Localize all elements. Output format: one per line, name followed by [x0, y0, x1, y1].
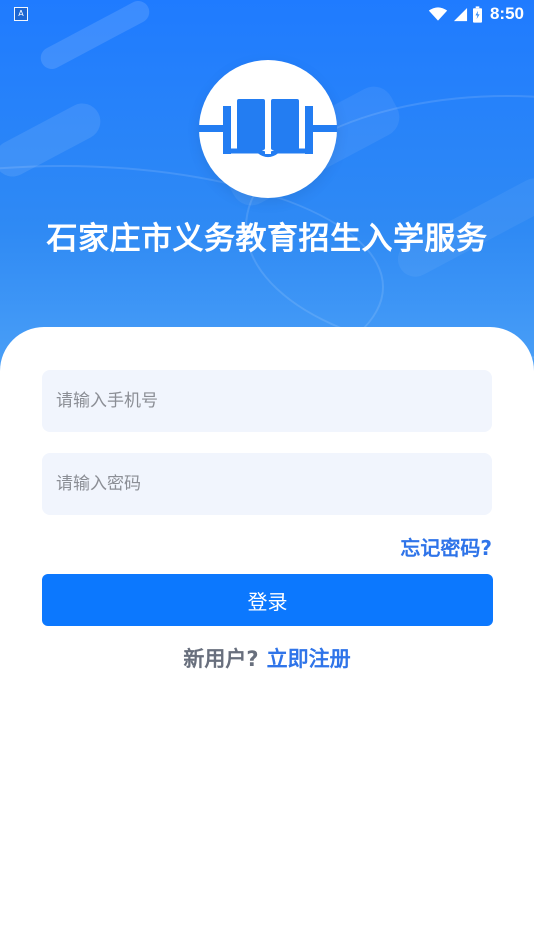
phone-input[interactable] — [42, 370, 492, 432]
status-icons: 8:50 — [428, 3, 524, 25]
app-title: 石家庄市义务教育招生入学服务 — [46, 221, 488, 257]
notification-badge: A — [14, 7, 28, 21]
password-input-container — [42, 453, 492, 515]
status-time: 8:50 — [489, 4, 524, 23]
register-prompt: 新用户? 立即注册 — [0, 643, 534, 673]
wifi-icon — [428, 7, 448, 21]
forgot-password-link[interactable]: 忘记密码? — [400, 532, 492, 561]
open-book-icon — [199, 99, 337, 157]
app-logo — [199, 60, 337, 198]
signal-icon — [453, 7, 468, 21]
phone-input-container — [42, 370, 492, 432]
new-user-text: 新用户? — [183, 647, 259, 671]
status-bar: A 8:50 — [0, 0, 534, 28]
password-input[interactable] — [42, 453, 492, 515]
login-button[interactable]: 登录 — [42, 574, 493, 626]
register-link[interactable]: 立即注册 — [267, 647, 351, 671]
battery-icon — [472, 5, 482, 23]
